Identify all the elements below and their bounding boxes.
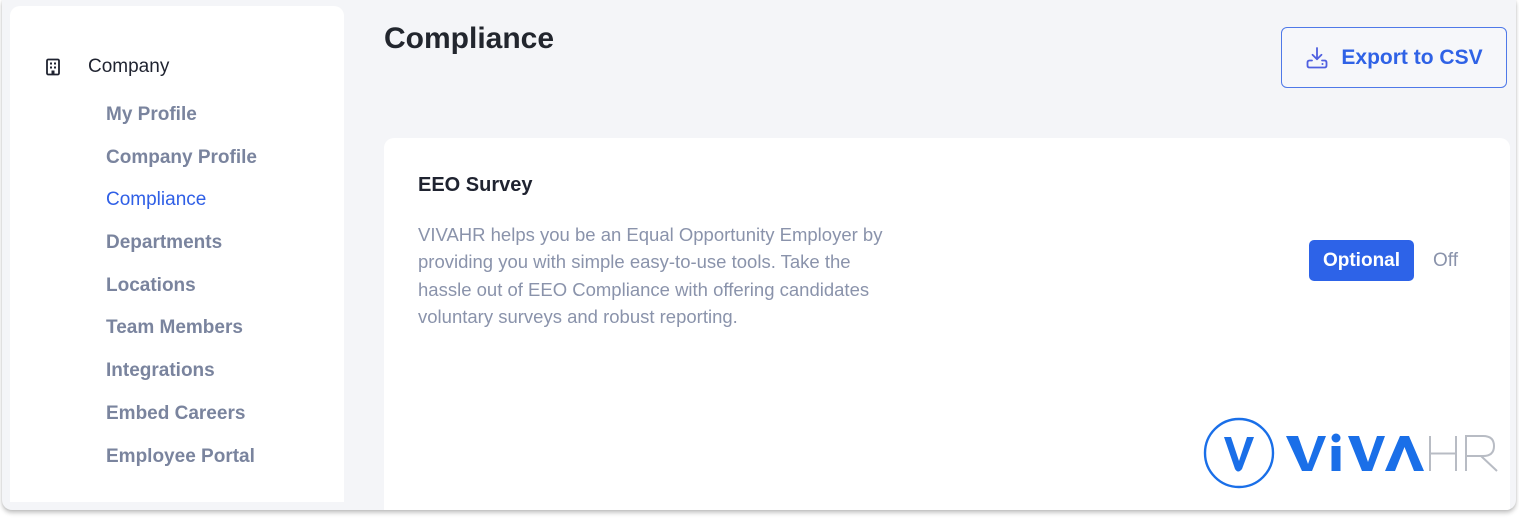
sidebar-item-compliance[interactable]: Compliance: [106, 179, 257, 222]
sidebar-nav: My Profile Company Profile Compliance De…: [106, 94, 257, 478]
sidebar-item-locations[interactable]: Locations: [106, 265, 257, 308]
sidebar-item-team-members[interactable]: Team Members: [106, 307, 257, 350]
card-description: VIVAHR helps you be an Equal Opportunity…: [418, 224, 883, 328]
card-title: EEO Survey: [418, 174, 533, 196]
sidebar-section-label: Company: [88, 56, 170, 77]
vivahr-logo: [1202, 416, 1504, 490]
download-icon: [1305, 46, 1329, 69]
sidebar-item-employee-portal[interactable]: Employee Portal: [106, 436, 257, 479]
sidebar-item-departments[interactable]: Departments: [106, 222, 257, 265]
export-csv-label: Export to CSV: [1341, 45, 1483, 69]
optional-option-button[interactable]: Optional: [1309, 240, 1414, 281]
sidebar-section-company: Company: [44, 54, 169, 80]
eeo-survey-card: EEO Survey VIVAHR helps you be an Equal …: [384, 138, 1510, 510]
sidebar-item-embed-careers[interactable]: Embed Careers: [106, 393, 257, 436]
export-csv-button[interactable]: Export to CSV: [1281, 27, 1507, 88]
sidebar-item-my-profile[interactable]: My Profile: [106, 94, 257, 137]
app-frame: Company My Profile Company Profile Compl…: [2, 0, 1516, 510]
sidebar-item-integrations[interactable]: Integrations: [106, 350, 257, 393]
settings-sidebar: Company My Profile Company Profile Compl…: [10, 6, 344, 502]
off-option-button[interactable]: Off: [1433, 250, 1458, 272]
building-icon: [44, 58, 62, 76]
sidebar-item-company-profile[interactable]: Company Profile: [106, 137, 257, 180]
page-title: Compliance: [384, 22, 555, 55]
eeo-survey-toggle: Optional Off: [1309, 240, 1458, 281]
